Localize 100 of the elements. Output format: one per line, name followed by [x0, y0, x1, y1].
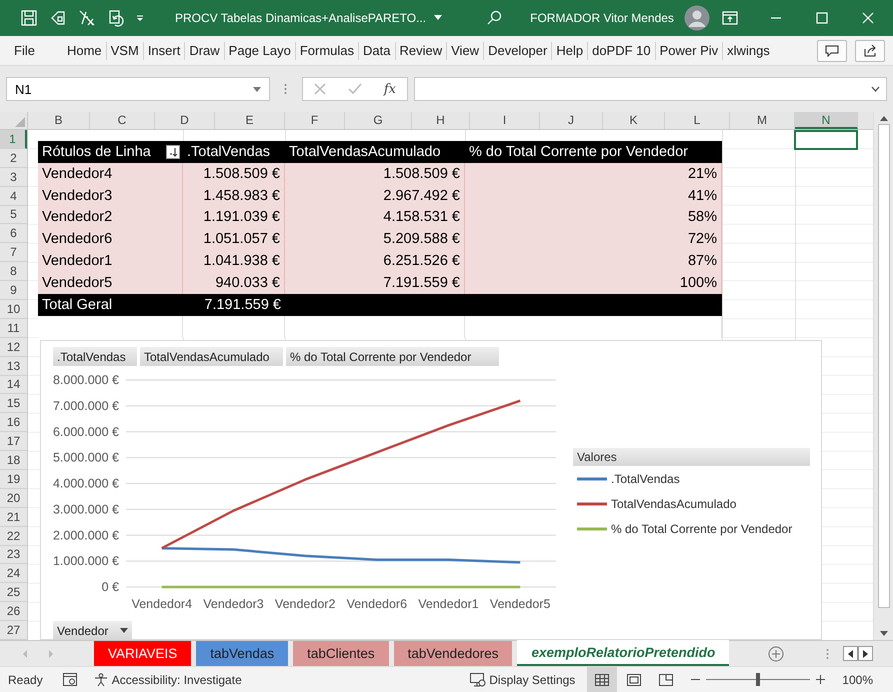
column-header[interactable]: D [155, 112, 215, 129]
ribbon-tab[interactable]: Formulas [296, 42, 360, 60]
comments-button[interactable] [817, 40, 847, 62]
sheet-tab[interactable]: tabVendas [196, 641, 288, 666]
touch-mode-icon[interactable] [49, 9, 67, 27]
column-header[interactable]: C [90, 112, 155, 129]
row-header[interactable]: 18 [0, 451, 27, 470]
accessibility-status[interactable]: Accessibility: Investigate [112, 672, 242, 686]
row-header[interactable]: 26 [0, 602, 27, 622]
ribbon-tab[interactable]: File [10, 42, 39, 60]
column-header[interactable]: G [345, 112, 412, 129]
ribbon-tab[interactable]: Data [359, 42, 396, 60]
avatar-icon[interactable] [684, 5, 710, 31]
ribbon-display-icon[interactable] [722, 11, 738, 25]
save-icon[interactable] [20, 9, 38, 27]
column-header[interactable]: F [285, 112, 345, 129]
ribbon-tab[interactable]: Draw [185, 42, 225, 60]
row-header[interactable]: 4 [0, 186, 27, 206]
row-header[interactable]: 16 [0, 413, 27, 432]
ribbon-tab[interactable]: Developer [484, 42, 552, 60]
table-cell: 6.251.526 € [285, 250, 465, 272]
row-header[interactable]: 14 [0, 376, 27, 394]
row-header[interactable]: 17 [0, 432, 27, 452]
active-cell[interactable] [794, 130, 858, 150]
add-sheet-icon[interactable] [768, 646, 784, 662]
name-box[interactable]: N1 [6, 77, 270, 101]
row-header[interactable]: 12 [0, 338, 27, 357]
scroll-right-button[interactable] [858, 646, 873, 661]
row-header[interactable]: 15 [0, 394, 27, 414]
row-header[interactable]: 3 [0, 168, 27, 187]
row-header[interactable]: 6 [0, 224, 27, 244]
expand-caret-icon[interactable] [871, 86, 880, 92]
row-header[interactable]: 24 [0, 564, 27, 584]
ribbon-tab[interactable]: doPDF 10 [588, 42, 656, 60]
sheet-tab[interactable]: exemploRelatorioPretendido [517, 640, 730, 666]
display-settings-button[interactable]: Display Settings [489, 672, 576, 686]
view-button[interactable] [587, 666, 618, 692]
scroll-up-icon[interactable] [878, 114, 888, 122]
scroll-left-button[interactable] [843, 646, 858, 661]
row-header[interactable]: 2 [0, 148, 27, 168]
sheet-tab[interactable]: VARIAVEIS [94, 641, 192, 666]
row-header[interactable]: 19 [0, 470, 27, 489]
accessibility-icon[interactable] [94, 672, 108, 686]
column-header[interactable]: N [795, 112, 858, 129]
field-button[interactable]: TotalVendasAcumulado [140, 347, 283, 366]
macro-record-icon[interactable] [62, 673, 77, 686]
more-options-icon[interactable] [284, 83, 287, 95]
formula-input[interactable] [414, 77, 887, 101]
column-header[interactable]: H [412, 112, 470, 129]
user-name[interactable]: FORMADOR Vitor Mendes [530, 11, 674, 25]
ribbon-tab[interactable]: VSM [106, 42, 144, 60]
scroll-down-icon[interactable] [878, 630, 888, 638]
vertical-scrollbar[interactable] [873, 112, 893, 640]
column-header[interactable]: L [665, 112, 730, 129]
column-header[interactable]: J [540, 112, 603, 129]
field-button[interactable]: .TotalVendas [53, 347, 137, 366]
row-header[interactable]: 1 [0, 130, 27, 149]
ribbon-tab[interactable]: Page Layo [224, 42, 296, 60]
dropdown-caret-icon[interactable] [434, 15, 442, 21]
share-button[interactable] [855, 40, 885, 62]
maximize-icon[interactable] [816, 12, 828, 24]
ribbon-tab[interactable]: xlwings [723, 42, 774, 60]
row-header[interactable]: 22 [0, 526, 27, 546]
row-header[interactable]: 25 [0, 583, 27, 602]
row-header[interactable]: 9 [0, 281, 27, 300]
row-header[interactable]: 23 [0, 546, 27, 564]
sheet-tab[interactable]: tabVendedores [394, 641, 512, 666]
zoom-slider-thumb[interactable] [756, 673, 760, 686]
customize-caret-icon[interactable] [135, 13, 145, 23]
insert-function-button[interactable]: fx [384, 82, 396, 96]
column-header[interactable]: I [470, 112, 540, 129]
search-icon[interactable] [486, 10, 502, 26]
row-header[interactable]: 7 [0, 243, 27, 262]
row-header[interactable]: 5 [0, 206, 27, 224]
column-header[interactable]: E [215, 112, 285, 129]
legend-title[interactable]: Valores [573, 448, 810, 466]
row-header[interactable]: 10 [0, 300, 27, 319]
axis-field-button[interactable]: Vendedor [53, 621, 132, 640]
row-header[interactable]: 21 [0, 508, 27, 527]
ribbon-tab[interactable]: Review [396, 42, 448, 60]
refresh-icon[interactable] [107, 9, 125, 27]
ribbon-tab[interactable]: Help [552, 42, 588, 60]
field-button[interactable]: % do Total Corrente por Vendedor [286, 347, 499, 366]
ribbon-tab[interactable]: Insert [144, 42, 186, 60]
row-header[interactable]: 11 [0, 318, 27, 338]
column-header[interactable]: K [603, 112, 665, 129]
zoom-level[interactable]: 100% [842, 672, 873, 686]
close-icon[interactable] [862, 12, 874, 24]
ribbon-tab[interactable]: Power Piv [656, 42, 724, 60]
row-header[interactable]: 8 [0, 262, 27, 282]
display-settings-icon[interactable] [470, 672, 486, 686]
clear-formula-icon[interactable] [78, 9, 96, 27]
row-header[interactable]: 20 [0, 488, 27, 508]
filter-sort-icon[interactable] [166, 145, 180, 159]
column-header[interactable]: B [28, 112, 90, 129]
row-header[interactable]: 13 [0, 356, 27, 376]
sheet-tab[interactable]: tabClientes [293, 641, 389, 666]
zoom-in-icon[interactable] [816, 675, 826, 684]
ribbon-tab[interactable]: Home [62, 42, 107, 60]
ribbon-tab[interactable]: View [447, 42, 484, 60]
